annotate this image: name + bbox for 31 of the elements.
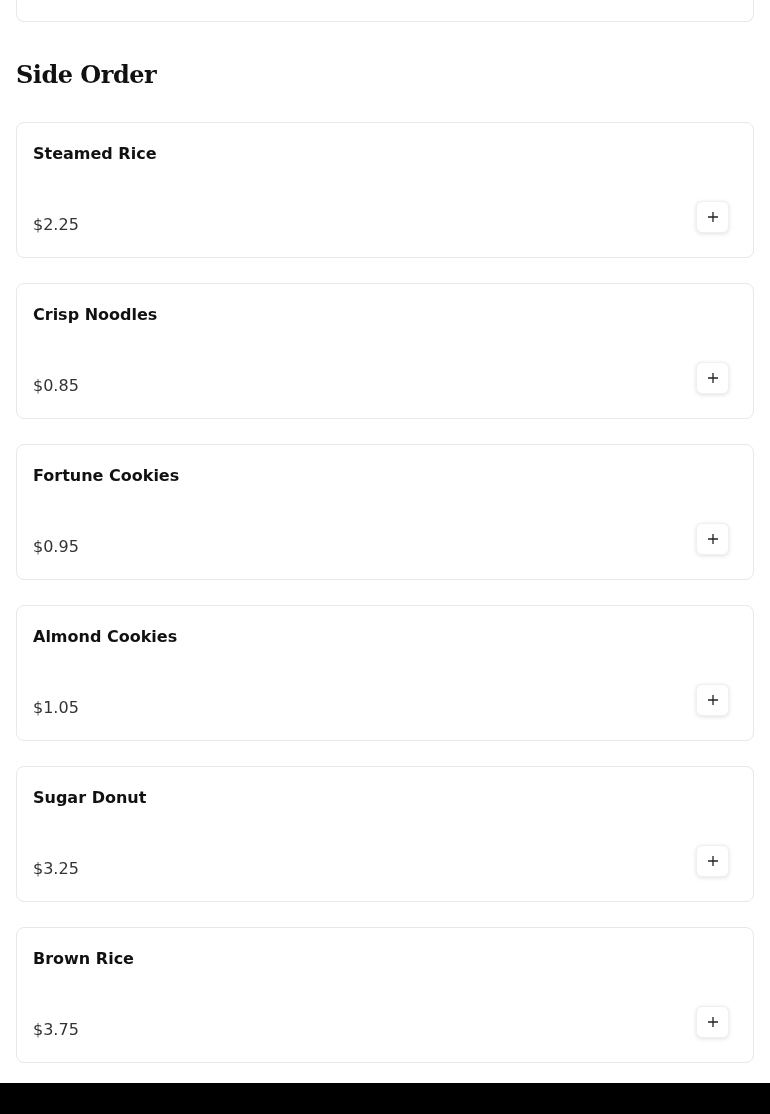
item-price: $0.85	[33, 376, 79, 396]
menu-item-card[interactable]: Crisp Noodles $0.85	[16, 283, 754, 419]
add-button[interactable]	[696, 362, 729, 394]
plus-icon	[707, 373, 718, 383]
plus-icon	[707, 534, 718, 544]
item-name: Fortune Cookies	[33, 465, 181, 487]
menu-item-card[interactable]: Brown Rice $3.75	[16, 927, 754, 1063]
plus-icon	[707, 695, 718, 705]
item-price: $0.95	[33, 537, 79, 557]
menu-item-card[interactable]: Almond Cookies $1.05	[16, 605, 754, 741]
menu-item-card[interactable]: Fortune Cookies $0.95	[16, 444, 754, 580]
add-button[interactable]	[696, 201, 729, 233]
add-button[interactable]	[696, 845, 729, 877]
plus-icon	[707, 212, 718, 222]
add-button[interactable]	[696, 1006, 729, 1038]
plus-icon	[707, 1017, 718, 1027]
item-name: Brown Rice	[33, 948, 135, 970]
item-price: $3.25	[33, 859, 79, 879]
item-price: $1.05	[33, 698, 79, 718]
menu-item-card[interactable]: Steamed Rice $2.25	[16, 122, 754, 258]
add-button[interactable]	[696, 684, 729, 716]
plus-icon	[707, 856, 718, 866]
item-name: Steamed Rice	[33, 143, 158, 165]
item-price: $3.75	[33, 1020, 79, 1040]
item-name: Sugar Donut	[33, 787, 148, 809]
menu-item-card[interactable]: Sugar Donut $3.25	[16, 766, 754, 902]
item-name: Almond Cookies	[33, 626, 179, 648]
add-button[interactable]	[696, 523, 729, 555]
section-heading: Side Order	[16, 59, 158, 90]
item-name: Crisp Noodles	[33, 304, 159, 326]
item-price: $2.25	[33, 215, 79, 235]
